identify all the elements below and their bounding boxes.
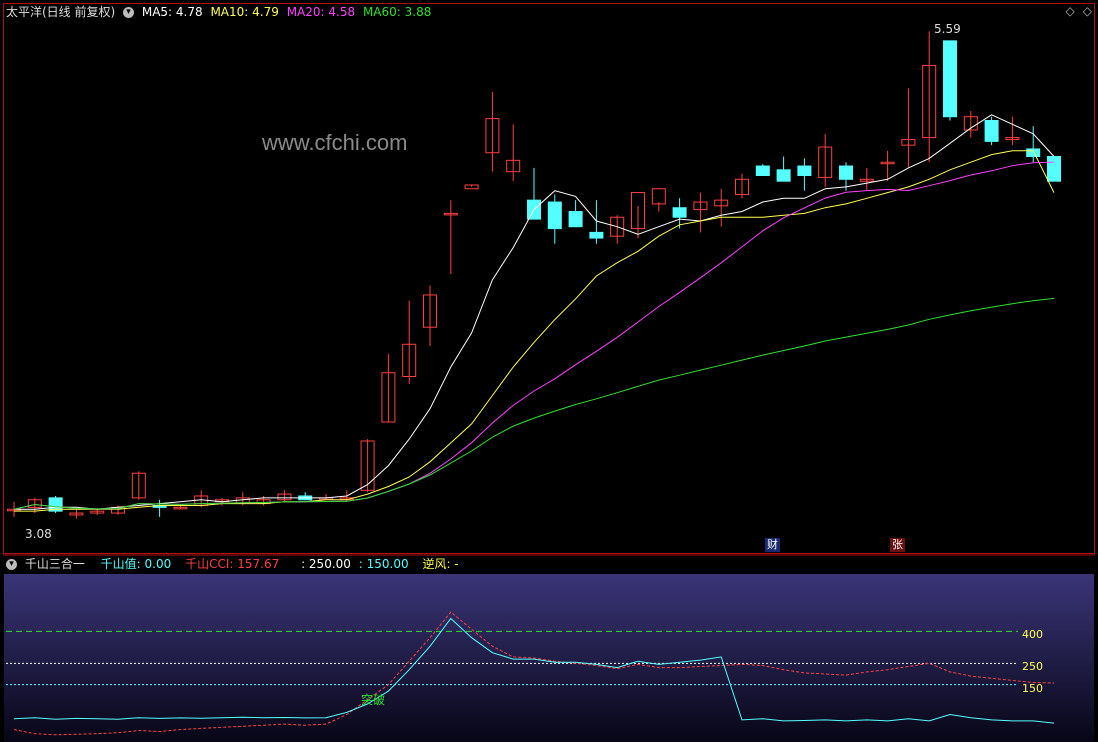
candle-body [839,165,853,180]
chart-title[interactable]: 太平洋(日线 前复权) [6,5,115,19]
candle-body [672,207,687,218]
finance-event-tag[interactable]: 财 [765,538,780,552]
nifeng-label: 逆风: - [422,557,459,571]
candle-body [1047,156,1061,182]
qianshan-value-label: 千山值: 0.00 [100,557,172,571]
indicator-header: ▾ 千山三合一 千山值: 0.00 千山CCI: 157.67 : 250.00… [6,556,463,572]
main-panel-border [3,3,1095,554]
candle-body [984,120,999,142]
candle-body [547,201,562,230]
rise-event-tag[interactable]: 张 [890,538,905,552]
candle-body [943,40,957,118]
candle-body [589,231,604,239]
candlestick-plot [7,31,1061,519]
watermark: www.cfchi.com [262,130,408,155]
level-250-tag: 250 [1022,660,1043,673]
level-400-tag: 400 [1022,628,1043,641]
chevron-down-icon[interactable]: ▾ [123,7,135,18]
candle-body [755,165,770,176]
candle-body [651,188,666,205]
chart-frame [3,3,1095,742]
ma10-label: MA10: 4.79 [210,5,279,19]
high-price-label: 5.59 [934,22,961,36]
diamond-icon[interactable]: ◇ [1066,4,1075,18]
ma20-label: MA20: 4.58 [286,5,356,19]
ma5-label: MA5: 4.78 [141,5,203,19]
chevron-down-icon[interactable]: ▾ [6,559,17,570]
indicator-name[interactable]: 千山三合一 [25,557,85,571]
candle-body [776,169,791,182]
level-250-label: : 250.00 [301,557,351,571]
level-150-label: : 150.00 [358,557,409,571]
low-price-label: 3.08 [25,527,52,541]
ma60-line [13,297,1055,510]
collapse-icon[interactable]: ◇ [1083,4,1092,18]
candle-body [1026,148,1041,158]
level-150-tag: 150 [1022,682,1043,695]
candle-body [568,211,583,228]
qianshan-cci-label: 千山CCI: 157.67 [185,557,280,571]
main-chart-header: 太平洋(日线 前复权) ▾ MA5: 4.78 MA10: 4.79 MA20:… [6,4,435,20]
ma60-label: MA60: 3.88 [362,5,432,19]
candle-body [797,165,812,176]
breakout-label: 突破 [361,693,386,707]
corner-controls: ◇ ◇ [1058,4,1092,18]
indicator-panel-bg [4,574,1094,742]
